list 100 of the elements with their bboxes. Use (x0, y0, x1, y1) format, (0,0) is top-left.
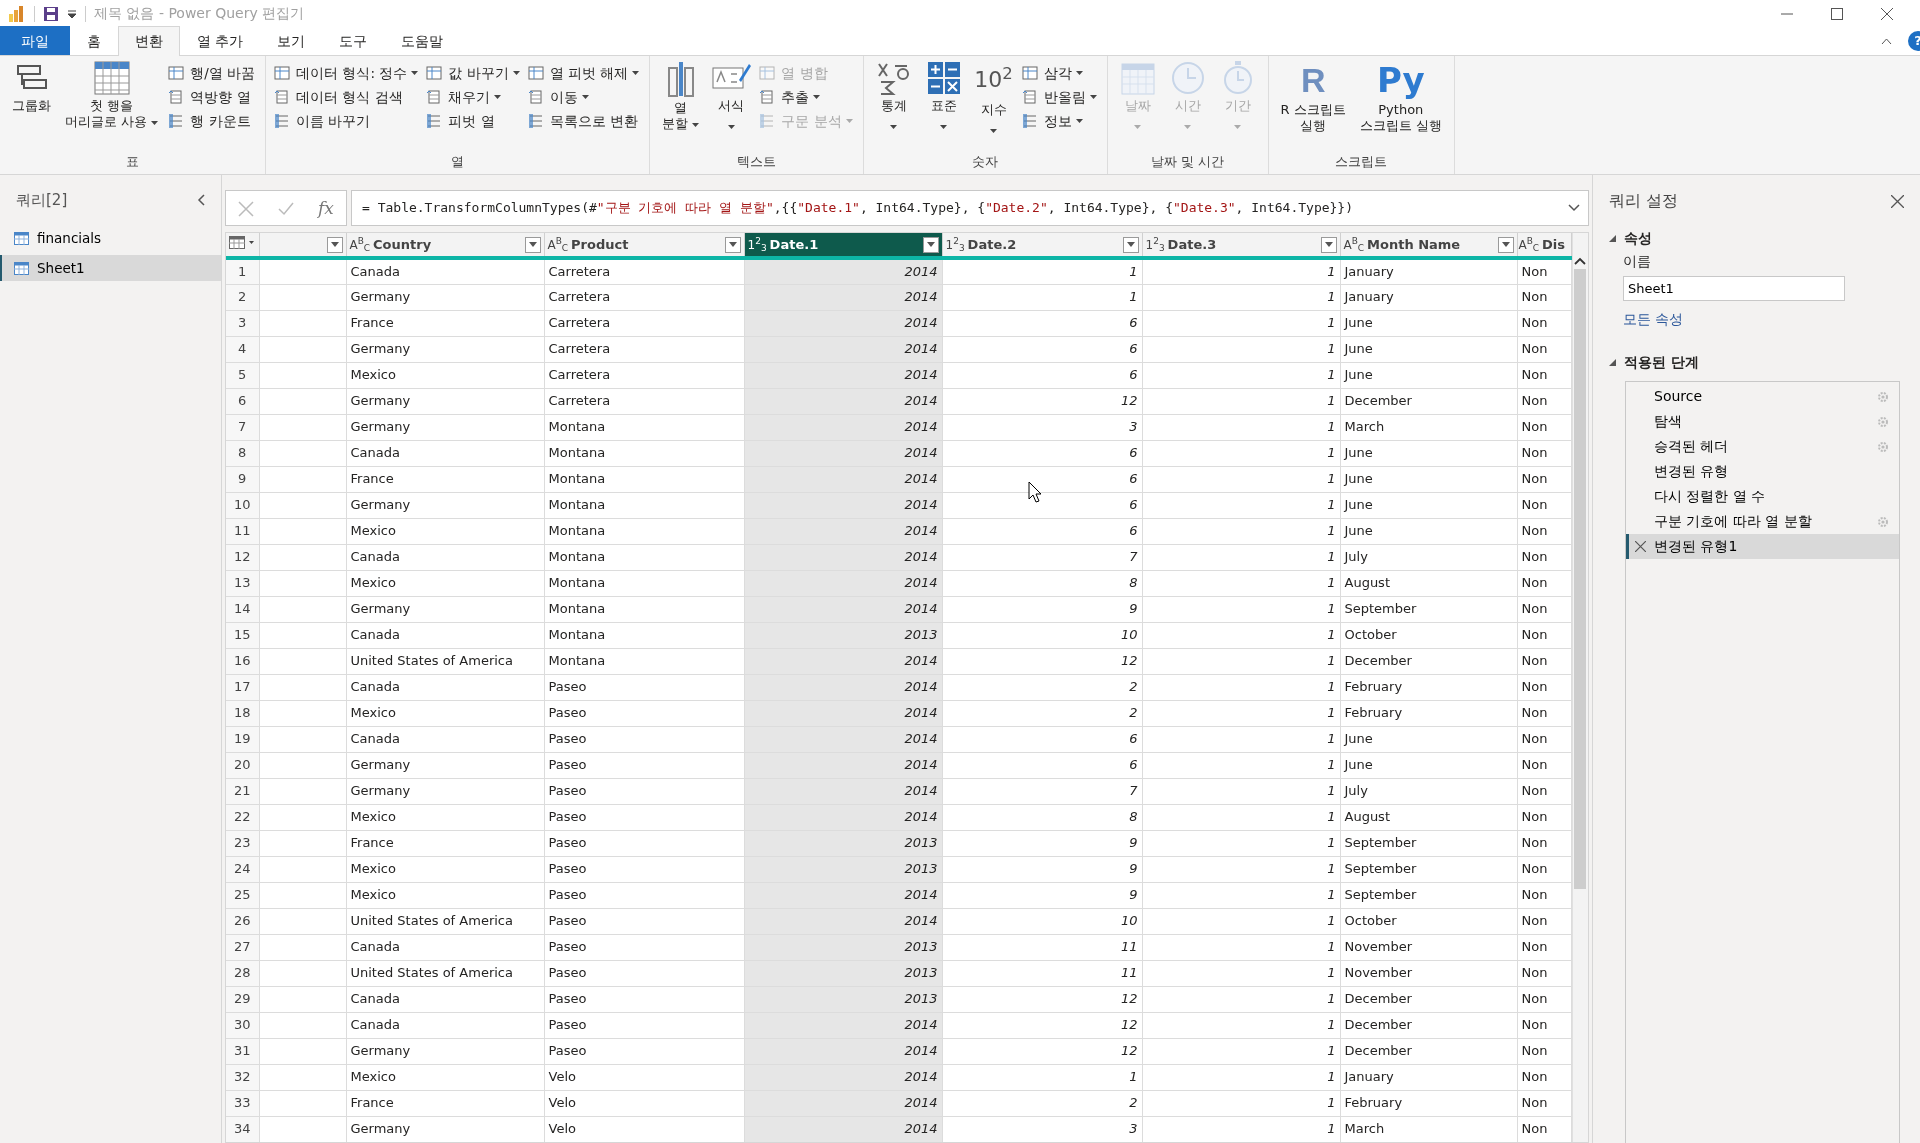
ribbon-tab[interactable]: 변환 (118, 26, 180, 56)
group-label: 표 (126, 154, 140, 169)
ribbon-tab[interactable]: 보기 (260, 26, 323, 55)
table-cell: Velo (544, 1090, 744, 1116)
row-number: 23 (226, 830, 259, 856)
applied-step[interactable]: Source (1626, 384, 1899, 410)
ribbon-button[interactable]: 역방향 열 (188, 86, 253, 108)
applied-step[interactable]: 구분 기호에 따라 열 분할 (1626, 509, 1899, 535)
column-header[interactable]: 1$^{2}$$_{3}$ Date.3 (1142, 233, 1340, 258)
close-icon[interactable] (1891, 194, 1904, 208)
ribbon-button[interactable]: R 스크립트 실행 (1276, 100, 1350, 136)
ribbon-button[interactable]: 열 분할 (658, 98, 704, 134)
maximize-icon[interactable] (1831, 7, 1843, 20)
table-cell: 2014 (744, 284, 942, 310)
ribbon-button[interactable]: 값 바꾸기 (446, 62, 522, 84)
ribbon-button[interactable]: 서식 (709, 96, 754, 136)
save-icon[interactable] (43, 5, 59, 22)
ribbon-tab[interactable]: 도움말 (384, 26, 461, 55)
column-header[interactable]: A$^{B}$$_{C}$ Dis (1517, 233, 1571, 258)
all-properties-link[interactable]: 모든 속성 (1623, 311, 1684, 328)
table-icon[interactable] (229, 235, 245, 249)
customize-icon[interactable] (67, 8, 77, 19)
ribbon-tab[interactable]: 열 추가 (180, 26, 261, 55)
caret-icon[interactable] (249, 240, 254, 244)
scrollbar-thumb[interactable] (1574, 269, 1587, 889)
ribbon-button[interactable]: 피벗 열 (446, 110, 497, 132)
name-field[interactable]: Sheet1 (1623, 276, 1845, 302)
ribbon-button[interactable]: 지수 (971, 100, 1016, 140)
column-header[interactable]: 1$^{2}$$_{3}$ Date.1 (744, 233, 942, 258)
column-header[interactable]: A$^{B}$$_{C}$ Product (544, 233, 744, 258)
delete-icon[interactable] (1635, 541, 1646, 553)
table-cell: March (1340, 414, 1517, 440)
filter-button[interactable] (1497, 236, 1514, 253)
close-icon[interactable] (1881, 7, 1893, 20)
table-cell: France (346, 830, 544, 856)
filter-button[interactable] (724, 236, 741, 253)
collapse-icon[interactable] (197, 194, 205, 206)
filter-button[interactable] (326, 236, 343, 253)
ribbon-button[interactable]: 표준 (921, 96, 966, 136)
table-cell: 2014 (744, 908, 942, 934)
ribbon-button[interactable]: 이동 (547, 86, 591, 108)
ribbon-button[interactable]: 채우기 (446, 86, 504, 108)
collapse-triangle-icon[interactable] (1609, 359, 1616, 367)
table-cell: Germany (346, 284, 544, 310)
table-cell: Non (1517, 804, 1571, 830)
ribbon-button[interactable]: 목록으로 변환 (547, 110, 640, 132)
applied-step[interactable]: 변경된 유형1 (1626, 534, 1899, 560)
filter-button[interactable] (1122, 236, 1139, 253)
ribbon-button[interactable]: 열 피벗 해제 (547, 62, 642, 84)
ribbon-button[interactable]: 정보 (1041, 110, 1085, 132)
table-cell: Non (1517, 336, 1571, 362)
table-cell: June (1340, 362, 1517, 388)
ribbon-button[interactable]: 통계 (871, 96, 916, 136)
ribbon-button[interactable]: 그룹화 (8, 96, 55, 116)
column-title: Date.1 (769, 235, 819, 254)
filter-button[interactable] (524, 236, 541, 253)
ribbon-tab[interactable]: 도구 (322, 26, 385, 55)
table-cell: 2014 (744, 336, 942, 362)
query-item[interactable]: financials (0, 225, 221, 251)
column-header[interactable]: A$^{B}$$_{C}$ Month Name (1340, 233, 1517, 258)
ribbon-button[interactable]: 추출 (779, 86, 823, 108)
table-cell: Non (1517, 310, 1571, 336)
applied-step[interactable]: 승격된 헤더 (1626, 434, 1899, 460)
help-button[interactable]: ? (1908, 31, 1920, 51)
ribbon-button[interactable]: 반올림 (1041, 86, 1099, 108)
command-icon (274, 89, 291, 105)
ribbon-button[interactable]: Python 스크립트 실행 (1355, 100, 1446, 136)
filter-button[interactable] (1320, 236, 1337, 253)
ribbon-tab[interactable]: 파일 (0, 26, 70, 55)
filter-button[interactable] (922, 236, 939, 253)
table-cell: January (1340, 1064, 1517, 1090)
table-cell: 2014 (744, 1064, 942, 1090)
table-cell: December (1340, 986, 1517, 1012)
scroll-up-icon[interactable] (1574, 257, 1587, 265)
table-cell: 9 (942, 596, 1142, 622)
caret-icon (1234, 124, 1242, 129)
table-cell: Velo (544, 1116, 744, 1142)
column-header[interactable]: 1$^{2}$$_{3}$ Date.2 (942, 233, 1142, 258)
ribbon-button[interactable]: 삼각 (1041, 62, 1085, 84)
ribbon-button[interactable]: 데이터 형식 검색 (294, 86, 405, 108)
collapse-ribbon-icon[interactable] (1881, 37, 1892, 45)
table-cell: Germany (346, 752, 544, 778)
collapse-triangle-icon[interactable] (1609, 235, 1616, 242)
applied-step[interactable]: 다시 정렬한 열 수 (1626, 484, 1899, 510)
ribbon-tab[interactable]: 홈 (70, 26, 118, 55)
expand-icon[interactable] (1568, 204, 1580, 212)
ribbon-button[interactable]: 데이터 형식: 정수 (294, 62, 421, 84)
applied-step[interactable]: 탐색 (1626, 409, 1899, 435)
query-item[interactable]: Sheet1 (0, 255, 221, 281)
column-header[interactable]: A$^{B}$$_{C}$ Country (346, 233, 544, 258)
ribbon-button[interactable]: 첫 행을 머리글로 사용 (61, 96, 163, 132)
applied-step[interactable]: 변경된 유형 (1626, 459, 1899, 485)
table-cell: Non (1517, 1012, 1571, 1038)
ribbon-button[interactable]: 행/열 바꿈 (188, 62, 258, 84)
table-cell: 2013 (744, 856, 942, 882)
table-cell: Paseo (544, 934, 744, 960)
ribbon-button[interactable]: 이름 바꾸기 (294, 110, 373, 132)
checkmark-icon[interactable] (278, 201, 294, 217)
table-cell: Germany (346, 596, 544, 622)
ribbon-button[interactable]: 행 카운트 (188, 110, 253, 132)
